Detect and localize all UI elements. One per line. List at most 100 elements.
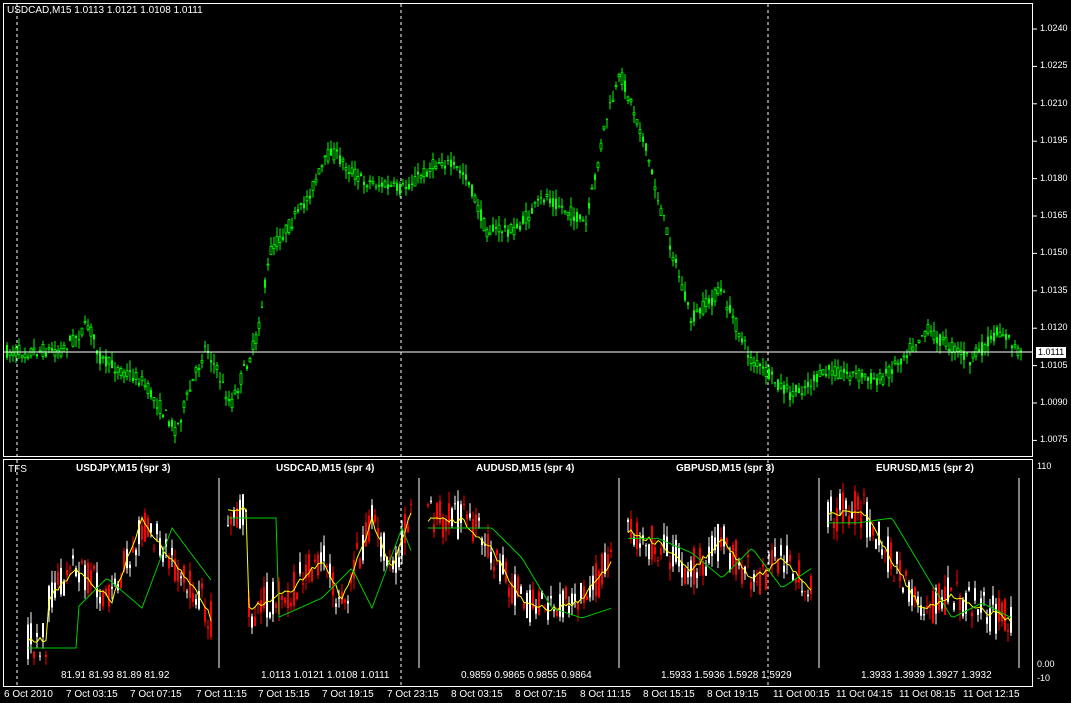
- candle-body: [417, 171, 419, 175]
- mini-candle-body: [795, 579, 797, 583]
- candle-body: [533, 201, 537, 204]
- mini-candle-body: [314, 559, 316, 562]
- candle-body: [867, 377, 869, 381]
- candle-body: [675, 258, 677, 264]
- candle-body: [251, 340, 255, 350]
- candle-body: [594, 174, 596, 181]
- candle-body: [716, 287, 720, 294]
- mini-candle-body: [207, 626, 209, 629]
- mini-candle-body: [669, 562, 671, 570]
- time-tick-label: 7 Oct 07:15: [130, 689, 182, 700]
- candle-body: [1005, 334, 1007, 340]
- mini-candle-body: [192, 593, 194, 602]
- candle-body: [330, 148, 332, 156]
- mini-candle-body: [204, 606, 206, 622]
- candle-body: [375, 186, 377, 188]
- price-tick-label: 1.0150: [1040, 247, 1068, 258]
- mini-candle-body: [299, 562, 301, 574]
- mini-candle-body: [254, 616, 256, 626]
- candle-body: [971, 351, 975, 359]
- candle-body: [185, 392, 189, 395]
- candle-body: [944, 337, 948, 347]
- candle-body: [236, 390, 240, 393]
- candle-body: [314, 178, 318, 183]
- candle-body: [723, 291, 725, 293]
- mini-candle-body: [893, 580, 895, 582]
- candle-body: [107, 357, 111, 365]
- candle-body: [152, 397, 156, 402]
- candle-body: [774, 382, 776, 384]
- candle-body: [981, 342, 983, 356]
- candle-body: [1011, 345, 1013, 349]
- candle-body: [404, 186, 408, 189]
- mini-candle-body: [99, 597, 101, 604]
- mini-candle-body: [899, 560, 901, 582]
- mini-candle-body: [69, 567, 71, 569]
- candle-body: [581, 219, 585, 222]
- mini-candle-body: [171, 547, 173, 556]
- mini-candle-body: [466, 514, 468, 520]
- indicator-tick-label: 110: [1037, 461, 1052, 471]
- mini-candle-body: [266, 582, 268, 618]
- chart-window[interactable]: USDCAD,M15 1.0113 1.0121 1.0108 1.0111 1…: [0, 0, 1071, 703]
- mini-candle-body: [971, 612, 973, 617]
- candle-body: [20, 355, 24, 358]
- mini-candle-body: [729, 553, 731, 571]
- mini-candle-body: [150, 523, 152, 533]
- candle-body: [411, 183, 413, 186]
- candle-body: [83, 321, 87, 324]
- candle-body: [140, 376, 144, 382]
- candle-body: [125, 370, 129, 377]
- candle-body: [257, 322, 261, 329]
- candle-body: [243, 364, 245, 367]
- candle-body: [762, 366, 764, 369]
- candle-body: [69, 336, 71, 341]
- mini-candle-body: [711, 535, 713, 557]
- candle-body: [836, 367, 840, 379]
- mini-candle-body: [804, 591, 806, 593]
- candle-body: [138, 382, 140, 386]
- candle-body: [303, 203, 305, 209]
- mini-candle-body: [857, 496, 859, 510]
- candle-body: [453, 161, 455, 166]
- candle-body: [101, 356, 105, 359]
- candle-body: [168, 421, 170, 427]
- candle-body: [779, 382, 783, 389]
- candle-body: [233, 389, 237, 394]
- mini-candle-body: [860, 511, 862, 528]
- candle-body: [341, 158, 345, 162]
- mini-candle-body: [93, 565, 95, 569]
- candle-body: [146, 382, 150, 394]
- mini-candle-body: [260, 600, 262, 613]
- candle-body: [122, 371, 126, 378]
- mini-candle-body: [33, 651, 35, 658]
- mini-candle-body: [338, 597, 340, 599]
- candle-body: [509, 224, 513, 233]
- mini-candle-body: [296, 592, 298, 600]
- candle-body: [99, 352, 101, 364]
- candle-body: [708, 298, 710, 304]
- mini-candle-body: [571, 593, 573, 604]
- time-tick-label: 11 Oct 00:15: [773, 689, 830, 700]
- mini-candle-body: [39, 655, 41, 657]
- panel-ohlc: 81.91 81.93 81.89 81.92: [61, 670, 170, 681]
- candle-body: [507, 229, 509, 237]
- candle-body: [878, 373, 882, 381]
- candle-body: [795, 384, 797, 393]
- candle-body: [609, 102, 611, 104]
- mini-candle-body: [750, 582, 752, 590]
- mini-candle-body: [998, 598, 1000, 622]
- mini-candle-body: [789, 554, 791, 562]
- candle-body: [444, 165, 446, 169]
- candle-body: [983, 344, 987, 353]
- mini-candle-body: [287, 590, 289, 609]
- candle-body: [647, 160, 651, 163]
- mini-candle-body: [851, 512, 853, 518]
- candle-body: [764, 367, 768, 377]
- mini-candle-body: [648, 544, 650, 560]
- mini-candle-body: [227, 525, 229, 527]
- candle-body: [495, 227, 497, 229]
- mini-candle-body: [839, 493, 841, 510]
- candle-body: [614, 84, 618, 87]
- candle-body: [701, 300, 705, 315]
